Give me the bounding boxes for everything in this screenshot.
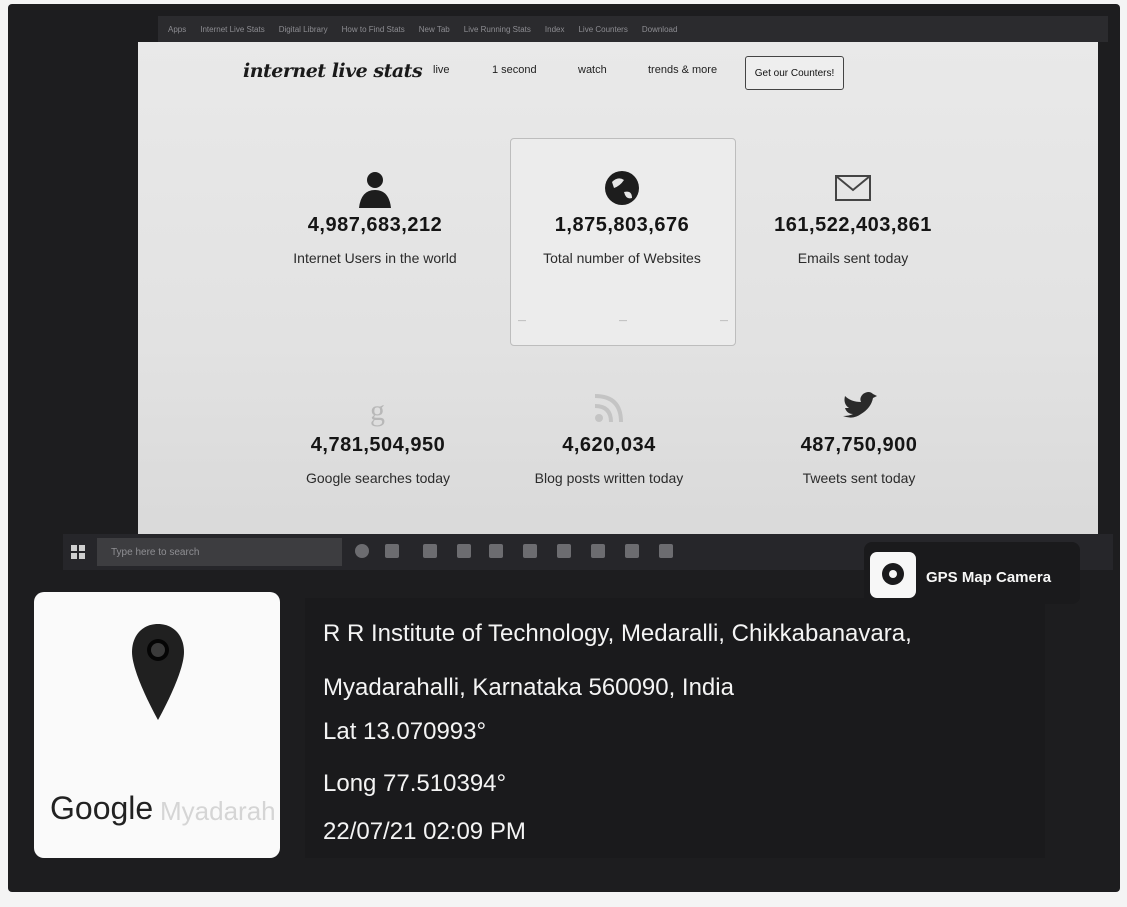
stat-google-searches: g 4,781,504,950 Google searches today bbox=[253, 388, 503, 486]
taskbar-app-icon[interactable] bbox=[523, 544, 537, 558]
address-line-2: Myadarahalli, Karnataka 560090, India bbox=[323, 674, 734, 701]
taskbar-app-icon[interactable] bbox=[659, 544, 673, 558]
get-counters-button[interactable]: Get our Counters! bbox=[745, 56, 844, 90]
stat-blog-posts: 4,620,034 Blog posts written today bbox=[484, 388, 734, 486]
stat-label: Total number of Websites bbox=[543, 250, 701, 266]
stat-websites: 1,875,803,676 Total number of Websites bbox=[497, 168, 747, 266]
stat-label: Emails sent today bbox=[797, 250, 909, 266]
stat-value: 161,522,403,861 bbox=[774, 214, 932, 236]
svg-text:g: g bbox=[370, 394, 385, 427]
stat-label: Google searches today bbox=[306, 470, 450, 486]
browser-tab[interactable]: Apps bbox=[168, 25, 186, 34]
stat-value: 4,620,034 bbox=[562, 434, 656, 456]
websites-box-links: — — — bbox=[518, 316, 728, 325]
taskbar-app-icon[interactable] bbox=[625, 544, 639, 558]
nav-link-trends[interactable]: trends & more bbox=[648, 64, 717, 76]
site-logo[interactable]: internet live stats bbox=[243, 60, 423, 82]
stat-value: 1,875,803,676 bbox=[554, 214, 690, 236]
map-thumbnail: Google Myadarah bbox=[34, 592, 280, 858]
stat-value: 4,781,504,950 bbox=[310, 434, 446, 456]
browser-tab[interactable]: How to Find Stats bbox=[342, 25, 405, 34]
stat-emails: 161,522,403,861 Emails sent today bbox=[728, 168, 978, 266]
nav-link-watch[interactable]: watch bbox=[578, 64, 607, 76]
globe-icon bbox=[602, 168, 642, 208]
location-info-panel: R R Institute of Technology, Medaralli, … bbox=[305, 598, 1045, 858]
nav-link-live[interactable]: live bbox=[433, 64, 450, 76]
datetime-text: 22/07/21 02:09 PM bbox=[323, 818, 526, 845]
stat-tweets: 487,750,900 Tweets sent today bbox=[734, 388, 984, 486]
stat-label: Blog posts written today bbox=[534, 470, 684, 486]
task-view-icon[interactable] bbox=[385, 544, 399, 558]
taskbar-search-box[interactable]: Type here to search bbox=[97, 538, 342, 566]
browser-tab[interactable]: New Tab bbox=[419, 25, 450, 34]
stat-internet-users: 4,987,683,212 Internet Users in the worl… bbox=[250, 168, 500, 266]
windows-start-icon[interactable] bbox=[71, 545, 85, 559]
gps-app-badge: GPS Map Camera bbox=[864, 542, 1080, 604]
browser-tab-strip: Apps Internet Live Stats Digital Library… bbox=[158, 16, 1108, 42]
taskbar-app-icon[interactable] bbox=[457, 544, 471, 558]
longitude-text: Long 77.510394° bbox=[323, 770, 507, 797]
camera-icon bbox=[870, 552, 916, 598]
map-pin-icon bbox=[130, 624, 186, 725]
browser-tab[interactable]: Internet Live Stats bbox=[200, 25, 264, 34]
twitter-bird-icon bbox=[839, 388, 879, 428]
cortana-icon[interactable] bbox=[355, 544, 369, 558]
site-nav: internet live stats live 1 second watch … bbox=[138, 42, 1098, 102]
map-place-label: Myadarah bbox=[160, 796, 276, 826]
browser-tab[interactable]: Index bbox=[545, 25, 565, 34]
stat-value: 4,987,683,212 bbox=[307, 214, 443, 236]
envelope-icon bbox=[833, 168, 873, 208]
taskbar-app-icon[interactable] bbox=[489, 544, 503, 558]
taskbar-app-icon[interactable] bbox=[591, 544, 605, 558]
rss-icon bbox=[589, 388, 629, 428]
stat-value: 487,750,900 bbox=[800, 434, 918, 456]
nav-link-1-second[interactable]: 1 second bbox=[492, 64, 537, 76]
address-line-1: R R Institute of Technology, Medaralli, … bbox=[323, 620, 912, 647]
stat-label: Tweets sent today bbox=[802, 470, 916, 486]
google-icon: g bbox=[358, 388, 398, 428]
google-logo: Google bbox=[50, 790, 154, 826]
taskbar-app-icon[interactable] bbox=[557, 544, 571, 558]
web-page: internet live stats live 1 second watch … bbox=[138, 42, 1098, 542]
taskbar-app-icon[interactable] bbox=[423, 544, 437, 558]
browser-tab[interactable]: Live Running Stats bbox=[464, 25, 531, 34]
browser-tab[interactable]: Download bbox=[642, 25, 678, 34]
gps-app-name: GPS Map Camera bbox=[926, 569, 1052, 586]
latitude-text: Lat 13.070993° bbox=[323, 718, 487, 745]
user-icon bbox=[355, 168, 395, 208]
browser-tab[interactable]: Live Counters bbox=[578, 25, 627, 34]
browser-tab[interactable]: Digital Library bbox=[279, 25, 328, 34]
stat-label: Internet Users in the world bbox=[293, 250, 457, 266]
